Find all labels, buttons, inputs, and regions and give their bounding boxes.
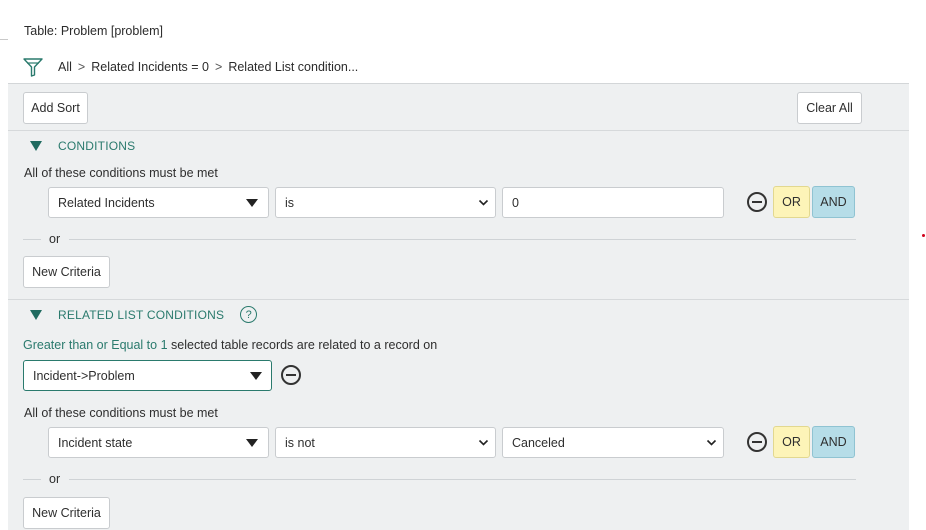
breadcrumb-separator: > [77, 60, 86, 74]
breadcrumb-related-list-condition[interactable]: Related List condition... [228, 60, 358, 74]
related-list-description: Greater than or Equal to 1 selected tabl… [23, 338, 437, 352]
and-button[interactable]: AND [812, 186, 855, 218]
condition-operator-value: is [285, 195, 295, 210]
remove-condition-icon[interactable] [747, 192, 767, 212]
relation-select-value: Incident->Problem [33, 368, 135, 383]
conditions-must-be-met: All of these conditions must be met [24, 166, 218, 180]
related-or-button[interactable]: OR [773, 426, 810, 458]
or-divider-label: or [49, 232, 61, 246]
remove-related-condition-icon[interactable] [747, 432, 767, 452]
filter-icon[interactable] [22, 56, 44, 78]
related-and-button[interactable]: AND [812, 426, 855, 458]
related-operator-value: is not [285, 435, 315, 450]
related-must-be-met: All of these conditions must be met [24, 406, 218, 420]
section-divider [8, 299, 909, 300]
related-list-title: RELATED LIST CONDITIONS [58, 307, 225, 322]
or-divider-right [69, 239, 856, 240]
related-value-text: Canceled [512, 435, 565, 450]
or-button[interactable]: OR [773, 186, 810, 218]
breadcrumb: All > Related Incidents = 0 > Related Li… [22, 56, 358, 78]
condition-field-value: Related Incidents [58, 195, 155, 210]
collapse-triangle-icon[interactable] [30, 309, 42, 320]
related-list-header[interactable]: RELATED LIST CONDITIONS ? [30, 306, 258, 323]
condition-operator-select[interactable]: is [275, 187, 496, 218]
collapse-triangle-icon[interactable] [30, 141, 42, 151]
related-operator-select[interactable]: is not [275, 427, 496, 458]
related-field-value: Incident state [58, 435, 133, 450]
remove-relation-icon[interactable] [281, 365, 301, 385]
table-title: Table: Problem [problem] [24, 24, 163, 38]
chevron-down-icon [478, 199, 489, 206]
related-new-criteria-button[interactable]: New Criteria [23, 497, 110, 529]
related-description-text: selected table records are related to a … [171, 338, 438, 352]
top-divider [0, 39, 8, 40]
chevron-down-icon [706, 439, 717, 446]
or-divider-right [69, 479, 856, 480]
condition-value-text: 0 [512, 195, 519, 210]
conditions-title: CONDITIONS [58, 139, 136, 153]
filter-panel: Add Sort Clear All CONDITIONS All of the… [8, 83, 909, 530]
relation-select[interactable]: Incident->Problem [23, 360, 272, 391]
quantifier-link[interactable]: Greater than or Equal to 1 [23, 338, 168, 352]
or-divider-left [23, 239, 41, 240]
add-sort-button[interactable]: Add Sort [23, 92, 88, 124]
related-value-select[interactable]: Canceled [502, 427, 724, 458]
new-criteria-button[interactable]: New Criteria [23, 256, 110, 288]
breadcrumb-separator: > [215, 60, 223, 74]
or-divider-label: or [49, 472, 61, 486]
sort-bar: Add Sort Clear All [8, 84, 909, 131]
help-icon[interactable]: ? [240, 306, 258, 323]
condition-value-input[interactable]: 0 [502, 187, 724, 218]
caret-down-icon [246, 439, 258, 447]
conditions-header[interactable]: CONDITIONS [30, 139, 135, 153]
or-divider-left [23, 479, 41, 480]
chevron-down-icon [478, 439, 489, 446]
caret-down-icon [246, 199, 258, 207]
breadcrumb-all[interactable]: All [58, 60, 72, 74]
red-dot-marker [922, 234, 925, 237]
caret-down-icon [250, 372, 262, 380]
related-field-select[interactable]: Incident state [48, 427, 269, 458]
breadcrumb-related-incidents[interactable]: Related Incidents = 0 [91, 60, 209, 74]
clear-all-button[interactable]: Clear All [797, 92, 862, 124]
condition-field-select[interactable]: Related Incidents [48, 187, 269, 218]
